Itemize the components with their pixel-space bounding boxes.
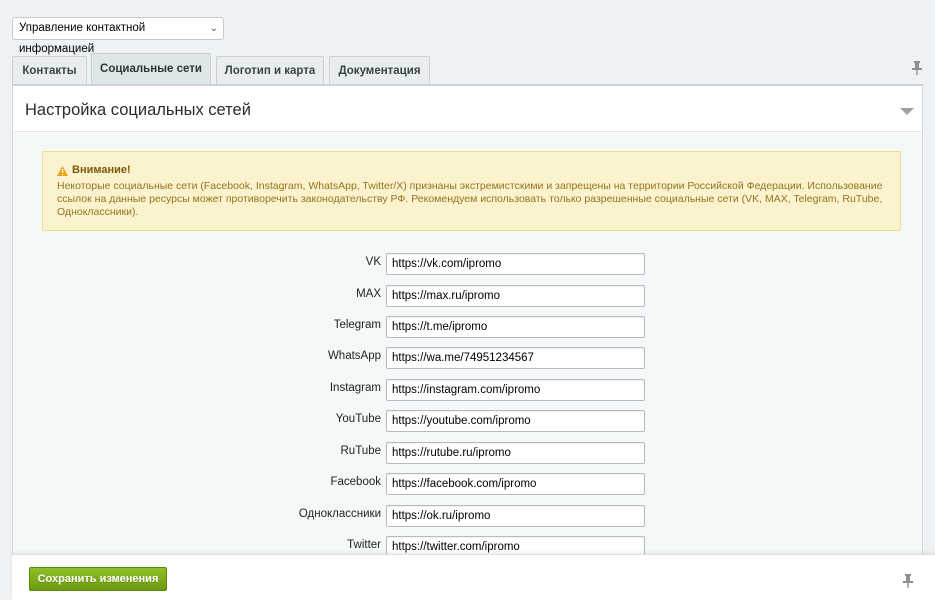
field-label: RuTube bbox=[340, 445, 382, 457]
tab-label: Логотип и карта bbox=[224, 65, 316, 77]
max-url-input[interactable] bbox=[386, 285, 645, 307]
save-changes-button[interactable]: Сохранить изменения bbox=[29, 567, 167, 591]
field-row-youtube: YouTube bbox=[13, 410, 922, 432]
tab-bar: Контакты Социальные сети Логотип и карта… bbox=[12, 53, 935, 85]
pin-icon[interactable] bbox=[911, 61, 923, 75]
tab-contacts[interactable]: Контакты bbox=[12, 56, 87, 85]
pin-icon[interactable] bbox=[902, 574, 914, 588]
field-row-instagram: Instagram bbox=[13, 379, 922, 401]
field-label: Facebook bbox=[330, 476, 381, 488]
field-label: WhatsApp bbox=[327, 350, 381, 362]
youtube-url-input[interactable] bbox=[386, 410, 645, 432]
tab-documentation[interactable]: Документация bbox=[329, 56, 430, 85]
warning-icon bbox=[57, 165, 68, 176]
alert-title: Внимание! bbox=[72, 164, 131, 176]
warning-alert: Внимание! Некоторые социальные сети (Fac… bbox=[42, 151, 901, 231]
contact-management-select[interactable]: Управление контактной информацией ⌄ bbox=[12, 17, 224, 55]
panel-body: Внимание! Некоторые социальные сети (Fac… bbox=[13, 133, 922, 558]
field-label: Twitter bbox=[347, 539, 381, 551]
field-row-whatsapp: WhatsApp bbox=[13, 347, 922, 369]
field-label: YouTube bbox=[335, 413, 381, 425]
field-row-facebook: Facebook bbox=[13, 473, 922, 495]
field-row-telegram: Telegram bbox=[13, 316, 922, 338]
panel-title: Настройка социальных сетей bbox=[25, 101, 251, 119]
field-row-max: MAX bbox=[13, 285, 922, 307]
tab-logo-and-map[interactable]: Логотип и карта bbox=[216, 56, 324, 85]
tab-label: Социальные сети bbox=[100, 63, 202, 75]
collapse-triangle-icon[interactable] bbox=[900, 108, 914, 116]
select-value: Управление контактной информацией bbox=[19, 22, 146, 55]
field-label: Одноклассники bbox=[298, 508, 381, 520]
whatsapp-url-input[interactable] bbox=[386, 347, 645, 369]
facebook-url-input[interactable] bbox=[386, 473, 645, 495]
field-row-vk: VK bbox=[13, 253, 922, 275]
field-label: Telegram bbox=[333, 319, 381, 331]
field-label: Instagram bbox=[329, 382, 381, 394]
tab-label: Контакты bbox=[22, 65, 77, 77]
telegram-url-input[interactable] bbox=[386, 316, 645, 338]
field-label: MAX bbox=[356, 288, 381, 300]
instagram-url-input[interactable] bbox=[386, 379, 645, 401]
field-row-odnoklassniki: Одноклассники bbox=[13, 505, 922, 527]
field-row-rutube: RuTube bbox=[13, 442, 922, 464]
alert-text: Некоторые социальные сети (Facebook, Ins… bbox=[57, 180, 883, 218]
chevron-down-icon: ⌄ bbox=[209, 23, 218, 34]
alert-heading: Внимание! bbox=[57, 164, 886, 177]
vk-url-input[interactable] bbox=[386, 253, 645, 275]
settings-panel: Настройка социальных сетей Внимание! Нек… bbox=[12, 84, 923, 558]
panel-header[interactable]: Настройка социальных сетей bbox=[13, 86, 922, 132]
odnoklassniki-url-input[interactable] bbox=[386, 505, 645, 527]
tab-label: Документация bbox=[338, 65, 421, 77]
tab-social-networks[interactable]: Социальные сети bbox=[91, 53, 211, 85]
footer-bar: Сохранить изменения bbox=[12, 554, 935, 600]
rutube-url-input[interactable] bbox=[386, 442, 645, 464]
field-label: VK bbox=[365, 256, 381, 268]
